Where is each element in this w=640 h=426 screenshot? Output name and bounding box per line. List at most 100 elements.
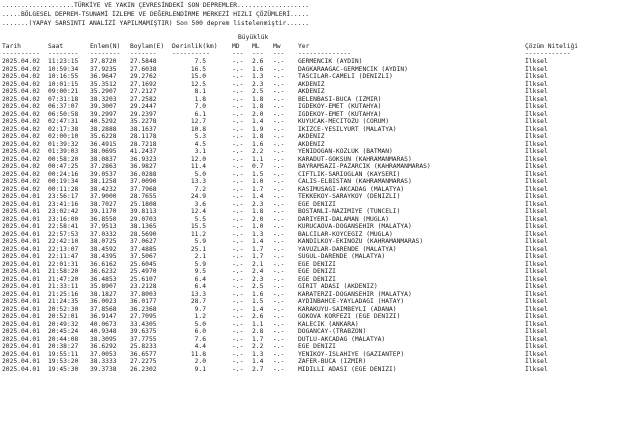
cell-saat: 21:24:35: [48, 298, 79, 305]
table-row: 2025.04.02 01:39:32 36.4915 28.7218 4.5 -.- 1.…: [0, 141, 640, 149]
cell-cozum: İlksel: [525, 290, 548, 298]
cell-saat: 19:53:20: [48, 358, 79, 365]
cell-boylam: 36.0177: [130, 298, 157, 305]
cell-boylam: 39.8113: [130, 208, 157, 215]
cell-mw: -.-: [273, 260, 285, 268]
cell-yer: MIDILLI ADASI (EGE DENIZI): [298, 365, 397, 373]
cell-derinlik: 12.5: [190, 80, 206, 88]
cell-enlem: 35.2907: [90, 88, 117, 95]
cell-md: -.-: [232, 110, 244, 118]
cell-enlem: 37.0332: [90, 230, 117, 238]
cell-mw: -.-: [273, 253, 285, 260]
cell-ml: 1.8: [252, 208, 264, 215]
cell-cozum: İlksel: [525, 238, 548, 245]
table-row: 2025.04.01 21:47:20 36.4853 25.6107 6.4 -.- 2.…: [0, 276, 640, 284]
cell-mw: -.-: [273, 275, 285, 283]
cell-tarih: 2025.04.01: [2, 238, 40, 245]
cell-tarih: 2025.04.02: [2, 133, 40, 140]
table-row: 2025.04.01 22:01:31 36.6162 25.6045 5.9 -.- 2.…: [0, 261, 640, 269]
cell-boylam: 25.6045: [130, 260, 157, 268]
cell-enlem: 37.8720: [90, 58, 117, 65]
cell-boylam: 25.1808: [130, 200, 157, 208]
cell-boylam: 23.2128: [130, 283, 157, 290]
cell-md: -.-: [232, 313, 244, 320]
cell-tarih: 2025.04.02: [2, 65, 40, 73]
cell-mw: -.-: [273, 193, 285, 200]
cell-yer: YAVUZLAR-DARENDE (MALATYA): [298, 245, 397, 253]
cell-enlem: 40.9348: [90, 328, 117, 335]
cell-yer: DOGANCAY-(TRABZON): [298, 328, 367, 335]
cell-mw: -.-: [273, 328, 285, 335]
cell-tarih: 2025.04.02: [2, 185, 40, 193]
rule-yer: --------------: [298, 50, 352, 57]
cell-ml: 2.2: [252, 148, 264, 155]
earthquake-list-page: ...................TÜRKİYE VE YAKIN ÇEVR…: [0, 0, 640, 426]
cell-tarih: 2025.04.01: [2, 245, 40, 253]
cell-tarih: 2025.04.01: [2, 343, 40, 350]
cell-enlem: 38.0837: [90, 155, 117, 163]
cell-yer: CALIS-ELBISTAN (KAHRAMANMARAS): [298, 178, 412, 185]
cell-cozum: İlksel: [525, 170, 548, 178]
cell-enlem: 36.8550: [90, 215, 117, 223]
table-row: 2025.04.01 20:52:30 37.8568 36.2368 9.7 -.- 1.…: [0, 306, 640, 314]
table-row: 2025.04.01 22:11:47 38.4395 37.5067 2.1 -.- 1.…: [0, 253, 640, 261]
cell-cozum: İlksel: [525, 185, 548, 193]
cell-md: -.-: [232, 103, 244, 110]
cell-yer: GERMENCIK (AYDIN): [298, 58, 363, 65]
cell-enlem: 35.8907: [90, 283, 117, 290]
cell-md: -.-: [232, 260, 244, 268]
cell-mw: -.-: [273, 200, 285, 208]
table-row: 2025.04.02 11:23:15 37.8720 27.5848 7.5 -.- 2.…: [0, 58, 640, 66]
cell-enlem: 36.6292: [90, 343, 117, 350]
cell-derinlik: 15.0: [190, 73, 206, 80]
cell-boylam: 36.9323: [130, 155, 157, 163]
cell-yer: BAYRAMSAZI-PAZARCIK (KAHRAMANMARAS): [298, 163, 431, 170]
cell-cozum: İlksel: [525, 65, 548, 73]
rule-mw: ---: [273, 50, 285, 57]
cell-enlem: 36.0023: [90, 298, 117, 305]
cell-derinlik: 11.4: [190, 163, 206, 170]
cell-enlem: 39.3007: [90, 103, 117, 110]
table-row: 2025.04.01 23:16:00 36.8550 29.0703 5.5 -.- 2.…: [0, 216, 640, 224]
cell-cozum: İlksel: [525, 268, 548, 275]
cell-md: -.-: [232, 230, 244, 238]
cell-saat: 20:38:27: [48, 343, 79, 350]
cell-boylam: 36.6577: [130, 350, 157, 358]
cell-boylam: 28.5690: [130, 230, 157, 238]
cell-derinlik: 5.9: [194, 238, 206, 245]
cell-md: -.-: [232, 358, 244, 365]
cell-ml: 2.0: [252, 110, 264, 118]
table-row: 2025.04.02 02:47:31 40.5292 35.2278 12.7 -.- 1…: [0, 118, 640, 126]
cell-enlem: 38.1258: [90, 178, 117, 185]
cell-boylam: 27.7095: [130, 313, 157, 320]
cell-cozum: İlksel: [525, 103, 548, 110]
cell-saat: 22:42:10: [48, 238, 79, 245]
cell-cozum: İlksel: [525, 118, 548, 125]
cell-mw: -.-: [273, 358, 285, 365]
cell-md: -.-: [232, 275, 244, 283]
cell-enlem: 38.7027: [90, 200, 117, 208]
cell-ml: 0.7: [252, 163, 264, 170]
header-note-line: .......(YAPAY SARSINTI ANALİZİ YAPILMAMI…: [2, 20, 310, 27]
cell-ml: 1.0: [252, 223, 264, 230]
cell-boylam: 29.0703: [130, 215, 157, 223]
cell-saat: 21:47:20: [48, 275, 79, 283]
table-row: 2025.04.01 22:57:53 37.0332 28.5690 11.2 -.- 1…: [0, 231, 640, 239]
cell-saat: 19:45:30: [48, 365, 79, 373]
table-row: 2025.04.01 20:44:08 38.3095 37.7755 7.6 -.- 1.…: [0, 336, 640, 344]
rule-tarih: ----------: [2, 50, 40, 57]
cell-mw: -.-: [273, 118, 285, 125]
cell-md: -.-: [232, 95, 244, 103]
cell-derinlik: 4.5: [194, 140, 206, 148]
cell-enlem: 39.1170: [90, 208, 117, 215]
cell-cozum: İlksel: [525, 125, 548, 133]
cell-tarih: 2025.04.02: [2, 170, 40, 178]
cell-cozum: İlksel: [525, 95, 548, 103]
cell-yer: KALECIK (ANKARA): [298, 320, 359, 328]
cell-mw: -.-: [273, 110, 285, 118]
cell-ml: 2.4: [252, 268, 264, 275]
cell-tarih: 2025.04.01: [2, 230, 40, 238]
table-row: 2025.04.02 10:59:34 37.9235 27.6038 16.5 -.- 1…: [0, 66, 640, 74]
cell-cozum: İlksel: [525, 320, 548, 328]
cell-boylam: 35.2278: [130, 118, 157, 125]
